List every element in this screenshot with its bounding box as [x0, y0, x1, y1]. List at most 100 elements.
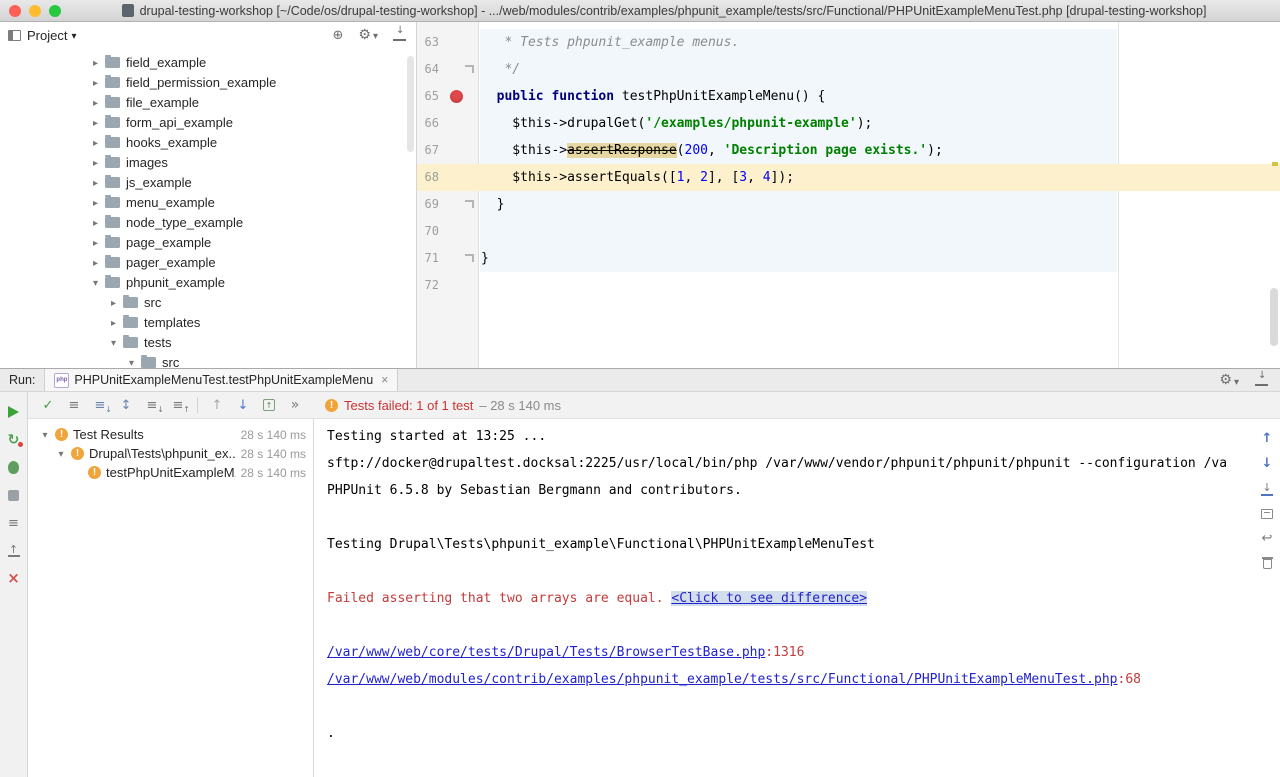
chevron-right-icon[interactable]: [90, 195, 101, 210]
code-text[interactable]: $this->drupalGet('/examples/phpunit-exam…: [479, 110, 872, 137]
import-test-results-icon[interactable]: [257, 394, 281, 416]
expand-all-icon[interactable]: [140, 394, 164, 416]
code-line[interactable]: 67 $this->assertResponse(200, 'Descripti…: [417, 137, 1280, 164]
chevron-right-icon[interactable]: [108, 315, 119, 330]
code-text[interactable]: }: [479, 245, 489, 272]
gutter-cell[interactable]: 69: [417, 191, 479, 218]
project-tree-item[interactable]: src: [0, 352, 416, 368]
gutter-cell[interactable]: 66: [417, 110, 479, 137]
code-editor[interactable]: 63 * Tests phpunit_example menus. 64 */ …: [417, 22, 1280, 368]
project-tree-item-phpunit-example[interactable]: phpunit_example: [0, 272, 416, 292]
project-tree-item[interactable]: field_example: [0, 52, 416, 72]
code-line[interactable]: 64 */: [417, 56, 1280, 83]
line-number[interactable]: 67: [417, 137, 439, 164]
code-line[interactable]: 63 * Tests phpunit_example menus.: [417, 29, 1280, 56]
close-tab-icon[interactable]: ×: [381, 373, 388, 387]
project-tree-item[interactable]: form_api_example: [0, 112, 416, 132]
chevron-right-icon[interactable]: [90, 135, 101, 150]
project-tree-item[interactable]: images: [0, 152, 416, 172]
project-view-selector[interactable]: Project: [27, 28, 77, 43]
code-text[interactable]: public function testPhpUnitExampleMenu()…: [479, 83, 825, 110]
chevron-right-icon[interactable]: [108, 295, 119, 310]
line-number[interactable]: 71: [417, 245, 439, 272]
line-number[interactable]: 72: [417, 272, 439, 299]
sort-by-duration-icon[interactable]: [88, 394, 112, 416]
line-number[interactable]: 64: [417, 56, 439, 83]
soft-wrap-icon[interactable]: [1259, 531, 1275, 546]
project-settings-button[interactable]: [358, 27, 378, 43]
fold-marker-icon[interactable]: [465, 254, 474, 262]
hide-panel-icon[interactable]: [1255, 374, 1268, 386]
chevron-down-icon[interactable]: [56, 446, 66, 461]
more-actions-icon[interactable]: [283, 394, 307, 416]
gutter-cell[interactable]: 68: [417, 164, 479, 191]
chevron-down-icon[interactable]: [40, 427, 50, 442]
code-text[interactable]: [479, 272, 481, 299]
code-line[interactable]: 72: [417, 272, 1280, 299]
chevron-down-icon[interactable]: [126, 355, 137, 369]
code-line[interactable]: 71}: [417, 245, 1280, 272]
print-icon[interactable]: [1259, 506, 1275, 521]
chevron-right-icon[interactable]: [90, 115, 101, 130]
down-stack-trace-icon[interactable]: [1259, 456, 1275, 471]
chevron-right-icon[interactable]: [90, 255, 101, 270]
test-class-row[interactable]: Drupal\Tests\phpunit_ex... 28 s 140 ms: [28, 444, 313, 463]
fold-marker-icon[interactable]: [465, 65, 474, 73]
chevron-right-icon[interactable]: [90, 155, 101, 170]
debug-button[interactable]: [6, 460, 22, 475]
code-text[interactable]: */: [479, 56, 520, 83]
chevron-down-icon[interactable]: [90, 275, 101, 290]
chevron-right-icon[interactable]: [90, 235, 101, 250]
previous-failed-test-icon[interactable]: [205, 394, 229, 416]
chevron-right-icon[interactable]: [90, 75, 101, 90]
console-link[interactable]: /var/www/web/modules/contrib/examples/ph…: [327, 672, 1118, 687]
project-tree-item[interactable]: src: [0, 292, 416, 312]
zoom-window-button[interactable]: [49, 5, 61, 17]
code-text[interactable]: $this->assertResponse(200, 'Description …: [479, 137, 943, 164]
close-window-button[interactable]: [9, 5, 21, 17]
project-tree-item[interactable]: page_example: [0, 232, 416, 252]
project-tree-item[interactable]: file_example: [0, 92, 416, 112]
test-history-icon[interactable]: [6, 516, 22, 531]
next-failed-test-icon[interactable]: [231, 394, 255, 416]
gutter-cell[interactable]: 72: [417, 272, 479, 299]
rerun-failed-tests-button[interactable]: [6, 432, 22, 447]
test-method-row[interactable]: testPhpUnitExampleM... 28 s 140 ms: [28, 463, 313, 482]
project-tree-item-tests[interactable]: tests: [0, 332, 416, 352]
project-tree-item[interactable]: templates: [0, 312, 416, 332]
project-tree-item[interactable]: menu_example: [0, 192, 416, 212]
chevron-right-icon[interactable]: [90, 95, 101, 110]
code-text[interactable]: $this->assertEquals([1, 2], [3, 4]);: [479, 164, 794, 191]
code-line[interactable]: 65 public function testPhpUnitExampleMen…: [417, 83, 1280, 110]
test-results-tree[interactable]: Test Results 28 s 140 ms Drupal\Tests\ph…: [28, 419, 314, 777]
gutter-cell[interactable]: 71: [417, 245, 479, 272]
code-line[interactable]: 66 $this->drupalGet('/examples/phpunit-e…: [417, 110, 1280, 137]
chevron-down-icon[interactable]: [108, 335, 119, 350]
chevron-right-icon[interactable]: [90, 215, 101, 230]
locate-file-icon[interactable]: [333, 28, 344, 43]
console-link[interactable]: /var/www/web/core/tests/Drupal/Tests/Bro…: [327, 645, 765, 660]
code-line[interactable]: 70: [417, 218, 1280, 245]
project-tree-item[interactable]: js_example: [0, 172, 416, 192]
gutter-cell[interactable]: 67: [417, 137, 479, 164]
scroll-to-end-icon[interactable]: [1261, 481, 1273, 496]
line-number[interactable]: 66: [417, 110, 439, 137]
rerun-button[interactable]: [6, 404, 22, 419]
project-scrollbar[interactable]: [407, 56, 414, 152]
sort-alphabetically-icon[interactable]: [114, 394, 138, 416]
run-tab[interactable]: PHPUnitExampleMenuTest.testPhpUnitExampl…: [44, 369, 398, 391]
export-test-results-icon[interactable]: [8, 544, 20, 557]
gutter-cell[interactable]: 70: [417, 218, 479, 245]
code-area[interactable]: 63 * Tests phpunit_example menus. 64 */ …: [417, 22, 1280, 368]
test-console[interactable]: Testing started at 13:25 ... sftp://dock…: [314, 419, 1280, 777]
line-number[interactable]: 68: [417, 164, 439, 191]
project-tree-item[interactable]: node_type_example: [0, 212, 416, 232]
test-results-root-row[interactable]: Test Results 28 s 140 ms: [28, 425, 313, 444]
stop-button[interactable]: [6, 488, 22, 503]
console-link[interactable]: <Click to see difference>: [671, 591, 867, 606]
code-text[interactable]: [479, 218, 481, 245]
warning-stripe-mark[interactable]: [1272, 162, 1278, 166]
code-line-current[interactable]: 68 $this->assertEquals([1, 2], [3, 4]);: [417, 164, 1280, 191]
show-ignored-icon[interactable]: [62, 394, 86, 416]
gutter-cell[interactable]: 65: [417, 83, 479, 110]
